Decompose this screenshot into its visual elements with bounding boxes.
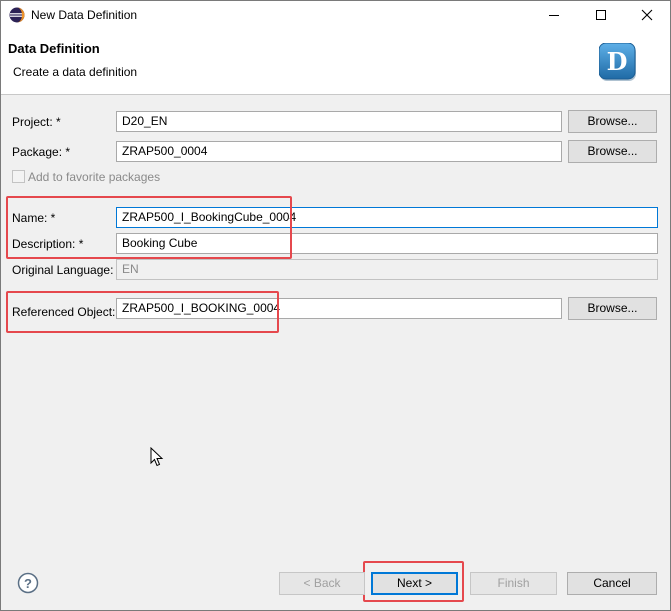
project-label: Project: * [12,115,61,129]
banner-subtitle: Create a data definition [13,65,138,79]
window-title: New Data Definition [31,8,138,22]
maximize-icon [595,10,606,20]
close-button[interactable] [624,1,669,29]
favorite-label: Add to favorite packages [28,170,161,184]
next-button[interactable]: Next > [371,572,458,595]
back-button[interactable]: < Back [279,572,365,595]
referenced-browse-button[interactable]: Browse... [568,297,657,320]
package-label: Package: * [12,145,71,159]
highlight-referenced-object [6,291,279,333]
close-icon [641,9,652,21]
language-field[interactable]: EN [116,259,658,280]
wizard-banner [1,30,670,95]
banner-title: Data Definition [8,41,100,56]
project-field[interactable]: D20_EN [116,111,562,132]
cancel-button[interactable]: Cancel [567,572,657,595]
minimize-button[interactable] [531,1,576,29]
data-definition-logo-icon: D [598,42,639,83]
package-field[interactable]: ZRAP500_0004 [116,141,562,162]
mouse-cursor-icon [150,446,164,467]
finish-button[interactable]: Finish [470,572,557,595]
svg-text:?: ? [24,576,32,591]
svg-text:D: D [607,47,628,76]
package-browse-button[interactable]: Browse... [568,140,657,163]
project-browse-button[interactable]: Browse... [568,110,657,133]
minimize-icon [548,15,559,16]
maximize-button[interactable] [578,1,623,29]
help-icon[interactable]: ? [17,572,39,594]
favorite-checkbox[interactable] [12,170,25,183]
language-label: Original Language: [12,263,114,277]
highlight-name-description [6,196,292,259]
eclipse-icon [9,7,25,23]
